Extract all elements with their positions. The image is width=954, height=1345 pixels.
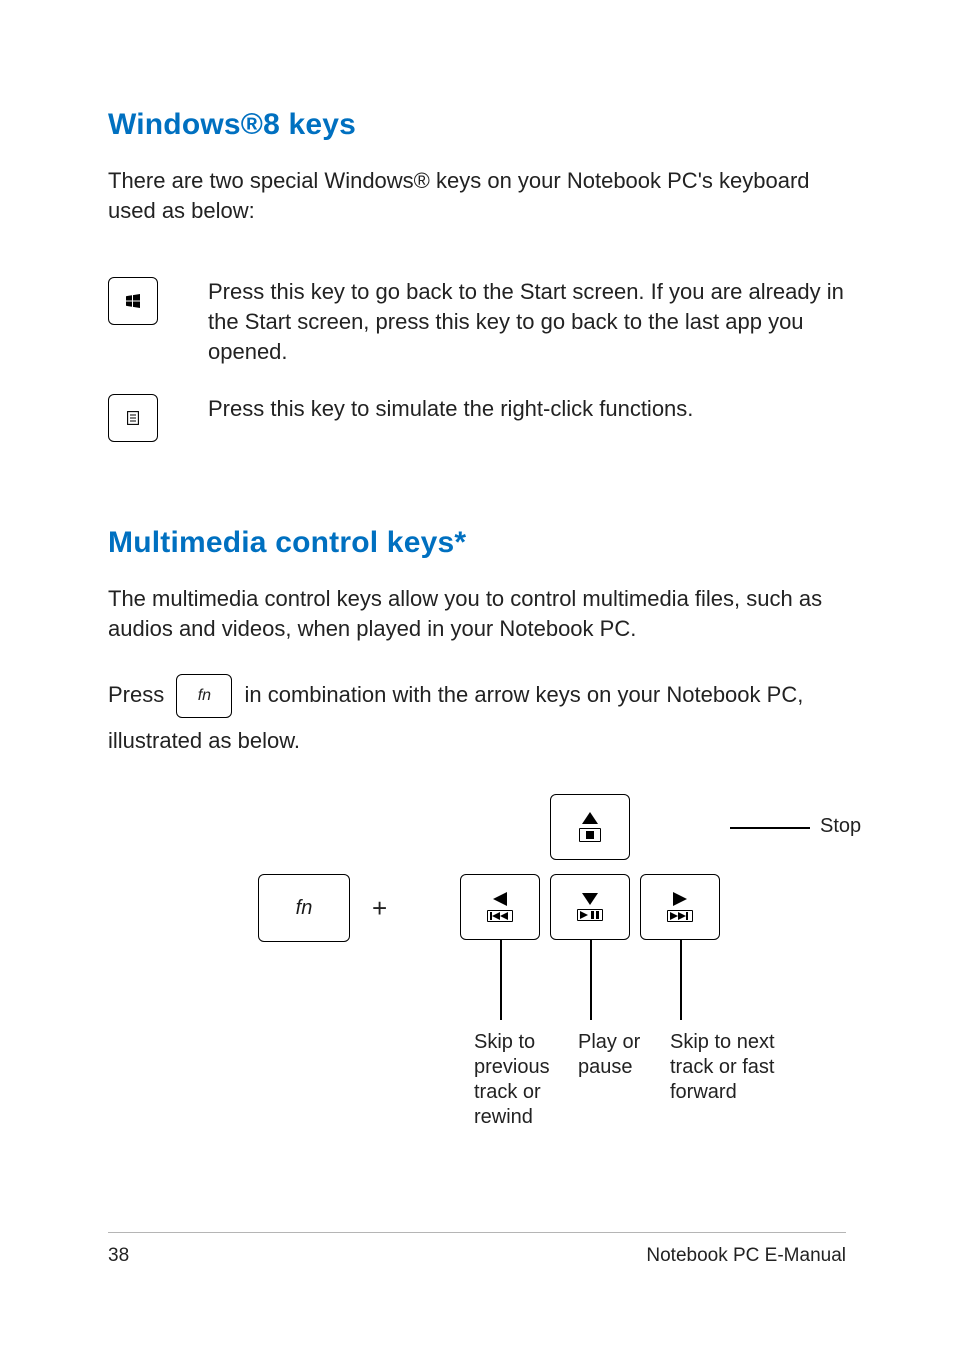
page-footer: 38 Notebook PC E-Manual: [108, 1232, 846, 1267]
row-menu-key: Press this key to simulate the right-cli…: [108, 394, 846, 442]
footer-title: Notebook PC E-Manual: [646, 1245, 846, 1267]
page-content: Windows®8 keys There are two special Win…: [0, 0, 954, 1154]
paragraph-mm-intro: The multimedia control keys allow you to…: [108, 584, 846, 643]
text-menu-key-desc: Press this key to simulate the right-cli…: [208, 394, 846, 424]
arrow-up-stop-key-icon: [550, 794, 630, 860]
fn-key-label: fn: [198, 679, 211, 713]
plus-symbol: +: [372, 893, 387, 924]
text-press-pre: Press: [108, 682, 170, 707]
callout-play: Play or pause: [578, 1030, 658, 1080]
callout-stop: Stop: [820, 814, 861, 839]
paragraph-win-intro: There are two special Windows® keys on y…: [108, 166, 846, 225]
callout-prev: Skip to previous track or rewind: [474, 1030, 574, 1130]
heading-windows8-keys: Windows®8 keys: [108, 108, 846, 142]
page-number: 38: [108, 1245, 129, 1267]
multimedia-diagram: fn +: [258, 794, 846, 1154]
fn-key-large-label: fn: [296, 897, 313, 920]
arrow-left-prev-key-icon: [460, 874, 540, 940]
fn-key-large-icon: fn: [258, 874, 350, 942]
callout-next: Skip to next track or fast forward: [670, 1030, 780, 1105]
fn-key-icon: fn: [176, 674, 232, 718]
heading-multimedia-keys: Multimedia control keys*: [108, 526, 846, 560]
context-menu-key-icon: [108, 394, 158, 442]
windows-key-icon: [108, 277, 158, 325]
paragraph-press-fn: Press fn in combination with the arrow k…: [108, 672, 846, 764]
text-windows-key-desc: Press this key to go back to the Start s…: [208, 277, 846, 366]
row-windows-key: Press this key to go back to the Start s…: [108, 277, 846, 366]
arrow-down-play-key-icon: [550, 874, 630, 940]
arrow-right-next-key-icon: [640, 874, 720, 940]
